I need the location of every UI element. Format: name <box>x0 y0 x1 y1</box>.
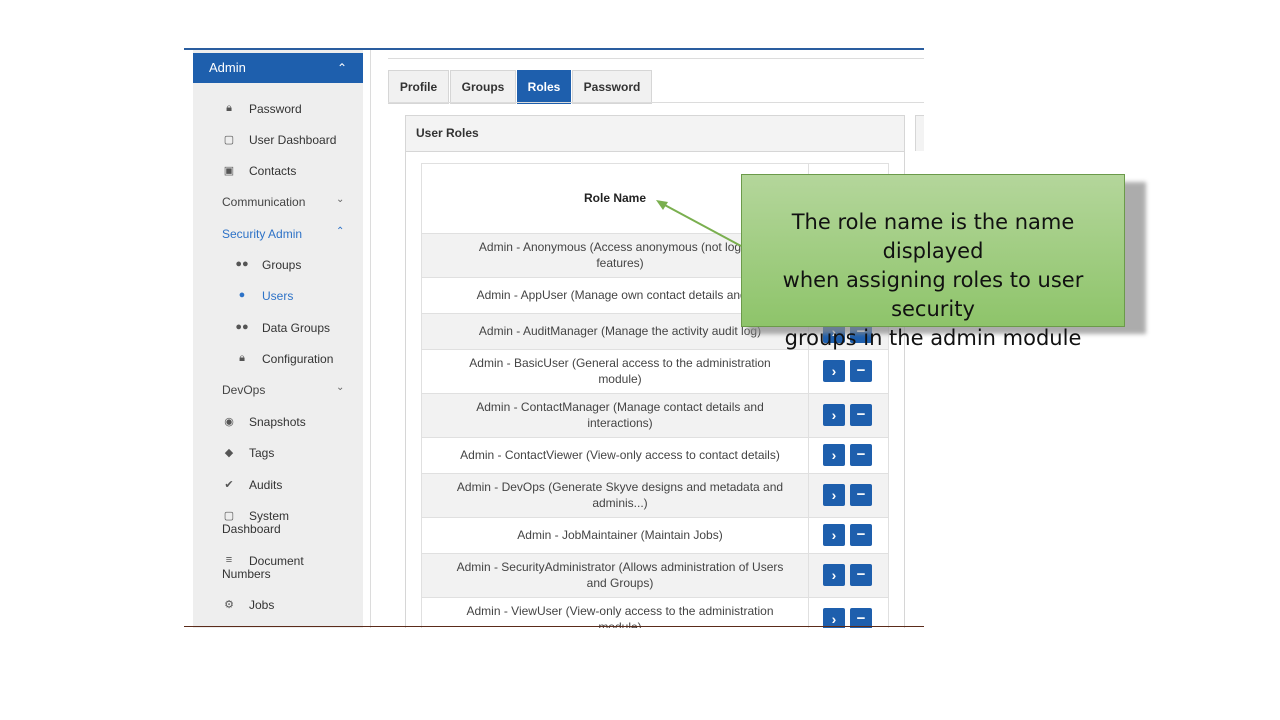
callout-arrow <box>656 200 742 247</box>
arrow-line <box>660 202 742 247</box>
